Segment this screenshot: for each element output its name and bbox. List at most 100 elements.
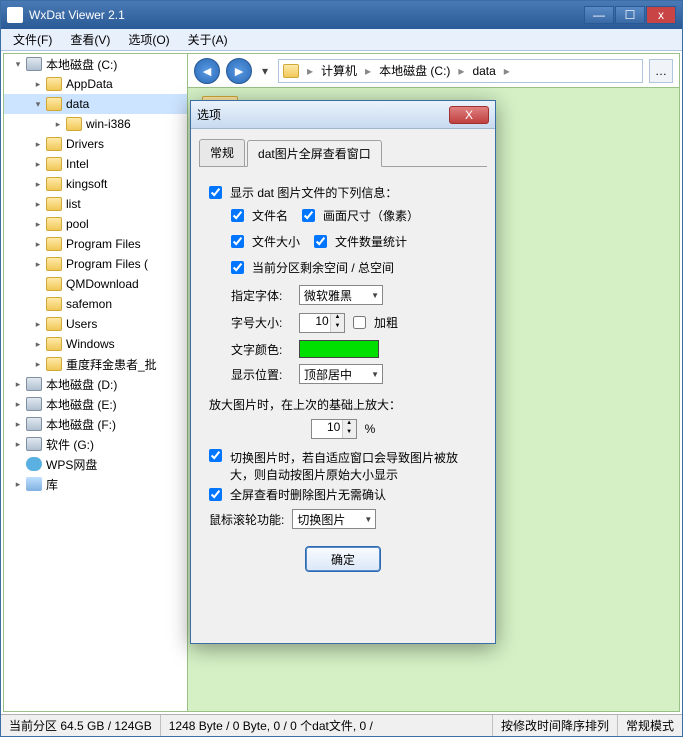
tree-expander-icon[interactable]: ▸ [32,218,44,230]
tree-item[interactable]: ▸Users [4,314,187,334]
chk-partition[interactable] [231,261,244,274]
color-picker[interactable] [299,340,379,358]
dialog-close-button[interactable]: X [449,106,489,124]
spinner-zoom[interactable]: 10 ▲▼ [311,419,357,439]
status-sort: 按修改时间降序排列 [493,715,618,736]
lbl-zoom-section: 放大图片时，在上次的基础上放大： [209,396,477,413]
status-partition: 当前分区 64.5 GB / 124GB [1,715,161,736]
tree-expander-icon[interactable]: ▾ [32,98,44,110]
spin-up-icon[interactable]: ▲ [331,314,344,323]
dialog-tabs: 常规 dat图片全屏查看窗口 [199,139,487,167]
menu-options[interactable]: 选项(O) [120,29,177,50]
nav-more-button[interactable]: … [649,59,673,83]
drive-icon [26,57,42,71]
tree-expander-icon[interactable] [32,298,44,310]
chk-delete-noconfirm[interactable] [209,488,222,501]
tree-expander-icon[interactable]: ▾ [12,58,24,70]
combo-position[interactable]: 顶部居中 [299,364,383,384]
tree-item[interactable]: ▸ 本地磁盘 (F:) [4,414,187,434]
chk-filesize[interactable] [231,235,244,248]
tree-expander-icon[interactable]: ▸ [32,78,44,90]
chk-show-info[interactable] [209,186,222,199]
tree-expander-icon[interactable]: ▸ [32,138,44,150]
maximize-button[interactable]: ☐ [615,6,645,24]
tree-expander-icon[interactable] [12,458,24,470]
tree-item[interactable]: ▸AppData [4,74,187,94]
chk-bold[interactable] [353,316,366,329]
menu-about[interactable]: 关于(A) [180,29,236,50]
tree-item[interactable]: ▸kingsoft [4,174,187,194]
tree-item[interactable]: ▸本地磁盘 (D:) [4,374,187,394]
tree-item[interactable]: ▸Windows [4,334,187,354]
spin-up-icon[interactable]: ▲ [343,420,356,429]
tree-expander-icon[interactable]: ▸ [32,178,44,190]
tree-item[interactable]: ▸list [4,194,187,214]
chk-switch-original[interactable] [209,449,222,462]
lbl-position: 显示位置: [231,366,291,383]
crumb-computer[interactable]: 计算机 [317,62,361,79]
nav-bar: ◄ ► ▾ ▸ 计算机 ▸ 本地磁盘 (C:) ▸ data ▸ … [188,54,679,88]
chk-filecount[interactable] [314,235,327,248]
spinner-fontsize[interactable]: 10 ▲▼ [299,313,345,333]
tree-item[interactable]: ▸库 [4,474,187,494]
tree-expander-icon[interactable]: ▸ [12,398,24,410]
tree-item[interactable]: ▸软件 (G:) [4,434,187,454]
nav-back-button[interactable]: ◄ [194,58,220,84]
tree-expander-icon[interactable]: ▸ [12,378,24,390]
tree-item[interactable]: ▸Intel [4,154,187,174]
crumb-data[interactable]: data [468,64,499,78]
tree-item[interactable]: QMDownload [4,274,187,294]
nav-history-dropdown[interactable]: ▾ [258,59,272,83]
tree-expander-icon[interactable]: ▸ [32,358,44,370]
folder-icon [46,137,62,151]
tree-item-label: Drivers [66,137,104,151]
tab-general[interactable]: 常规 [199,139,245,166]
folder-tree[interactable]: ▾本地磁盘 (C:)▸AppData▾data▸win-i386▸Drivers… [4,54,188,711]
combo-wheel[interactable]: 切换图片 [292,509,376,529]
close-button[interactable]: x [646,6,676,24]
tree-item[interactable]: ▸Program Files [4,234,187,254]
tree-expander-icon[interactable]: ▸ [32,198,44,210]
tree-item[interactable]: ▸pool [4,214,187,234]
breadcrumb[interactable]: ▸ 计算机 ▸ 本地磁盘 (C:) ▸ data ▸ [278,59,643,83]
tree-expander-icon[interactable]: ▸ [32,238,44,250]
cloud-icon [26,457,42,471]
tab-fullscreen-viewer[interactable]: dat图片全屏查看窗口 [247,140,382,167]
chk-imgsize[interactable] [302,209,315,222]
nav-forward-button[interactable]: ► [226,58,252,84]
lbl-fontsize: 字号大小: [231,314,291,331]
tree-item[interactable]: ▸本地磁盘 (E:) [4,394,187,414]
tree-item[interactable]: ▸Program Files ( [4,254,187,274]
tree-expander-icon[interactable]: ▸ [32,338,44,350]
titlebar[interactable]: WxDat Viewer 2.1 — ☐ x [1,1,682,29]
tree-item-label: 本地磁盘 (F:) [46,416,116,433]
tree-expander-icon[interactable]: ▸ [32,318,44,330]
spin-down-icon[interactable]: ▼ [331,323,344,332]
menu-view[interactable]: 查看(V) [62,29,118,50]
dialog-titlebar[interactable]: 选项 X [191,101,495,129]
spin-down-icon[interactable]: ▼ [343,429,356,438]
tree-expander-icon[interactable]: ▸ [32,258,44,270]
status-files: 1248 Byte / 0 Byte, 0 / 0 个dat文件, 0 / [161,715,493,736]
tree-item[interactable]: ▸重度拜金患者_批 [4,354,187,374]
folder-icon [66,117,82,131]
tree-item[interactable]: safemon [4,294,187,314]
tree-expander-icon[interactable]: ▸ [32,158,44,170]
combo-font[interactable]: 微软雅黑 [299,285,383,305]
minimize-button[interactable]: — [584,6,614,24]
tree-item[interactable]: ▾data [4,94,187,114]
ok-button[interactable]: 确定 [306,547,380,571]
tree-expander-icon[interactable] [32,278,44,290]
tree-item[interactable]: WPS网盘 [4,454,187,474]
tree-item[interactable]: ▸ Drivers [4,134,187,154]
crumb-drive-c[interactable]: 本地磁盘 (C:) [375,62,454,79]
tree-item[interactable]: ▸win-i386 [4,114,187,134]
tree-expander-icon[interactable]: ▸ [12,418,24,430]
chk-filename[interactable] [231,209,244,222]
folder-icon [46,77,62,91]
menu-file[interactable]: 文件(F) [5,29,60,50]
tree-expander-icon[interactable]: ▸ [52,118,64,130]
tree-expander-icon[interactable]: ▸ [12,478,24,490]
tree-item[interactable]: ▾本地磁盘 (C:) [4,54,187,74]
tree-expander-icon[interactable]: ▸ [12,438,24,450]
